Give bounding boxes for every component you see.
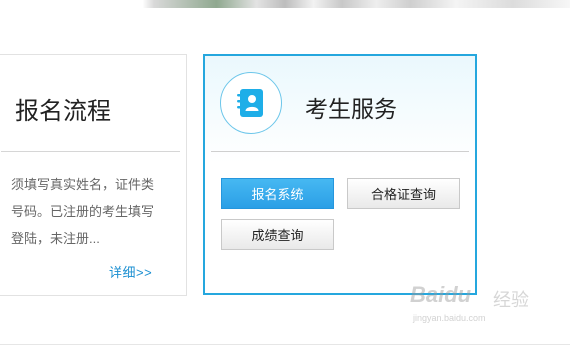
registration-process-card: 报名流程 须填写真实姓名，证件类号码。已注册的考生填写登陆，未注册... 详细>…: [0, 54, 187, 296]
certificate-query-button[interactable]: 合格证查询: [347, 178, 460, 209]
baidu-jingyan-watermark: Baidu 经验 jingyan.baidu.com: [410, 280, 560, 330]
card-description: 须填写真实姓名，证件类号码。已注册的考生填写登陆，未注册...: [11, 177, 155, 246]
bottom-divider: [0, 344, 570, 345]
divider: [211, 151, 469, 152]
details-link[interactable]: 详细>>: [109, 262, 152, 281]
top-banner-strip: [0, 0, 570, 8]
watermark-label: 经验: [493, 290, 529, 310]
address-book-icon: [220, 72, 282, 134]
score-query-button[interactable]: 成绩查询: [221, 219, 334, 250]
registration-system-button[interactable]: 报名系统: [221, 178, 334, 209]
watermark-brand: Baidu: [410, 282, 472, 307]
candidate-service-card: 考生服务 报名系统 合格证查询 成绩查询: [203, 54, 477, 295]
watermark-url: jingyan.baidu.com: [413, 313, 486, 323]
card-title: 报名流程: [15, 98, 111, 125]
card-title: 考生服务: [305, 96, 397, 122]
divider: [1, 151, 180, 152]
